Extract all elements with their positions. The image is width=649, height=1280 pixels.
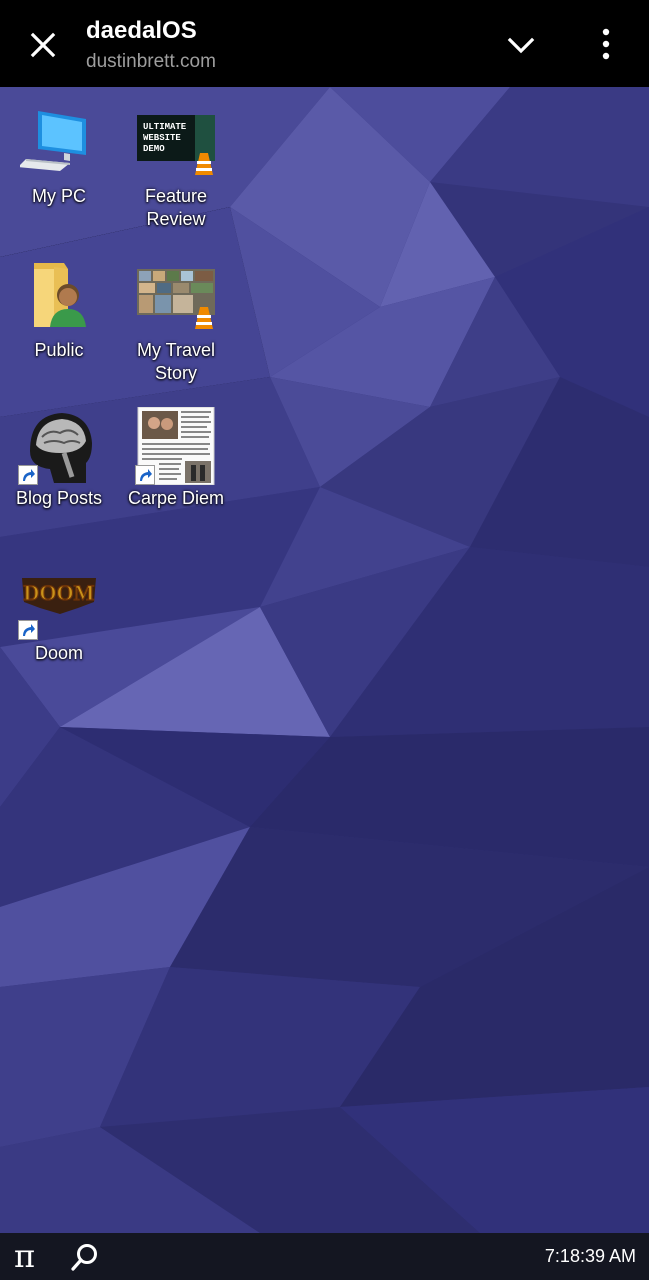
shortcut-arrow-icon	[135, 465, 155, 485]
page-title: daedalOS	[86, 17, 197, 44]
desktop-icon-doom[interactable]: DOOM Doom	[0, 562, 118, 665]
video-thumbnail-icon: ULTIMATE WEBSITE DEMO	[137, 105, 215, 183]
desktop-icon-public[interactable]: Public	[0, 259, 118, 362]
chevron-down-icon[interactable]	[505, 30, 537, 60]
video-thumbnail-icon	[137, 259, 215, 337]
desktop-icon-blog-posts[interactable]: Blog Posts	[0, 407, 118, 510]
doom-logo-icon: DOOM	[18, 562, 98, 640]
shortcut-arrow-icon	[18, 620, 38, 640]
desktop-icon-feature-review[interactable]: ULTIMATE WEBSITE DEMO Feature Review	[117, 105, 235, 231]
desktop-icon-carpe-diem[interactable]: Carpe Diem	[117, 406, 235, 510]
computer-icon	[18, 105, 98, 183]
svg-text:WEBSITE: WEBSITE	[143, 133, 181, 143]
svg-text:DOOM: DOOM	[24, 580, 95, 605]
desktop-icon-label: My PC	[32, 186, 86, 206]
browser-top-bar: daedalOS dustinbrett.com	[0, 0, 649, 87]
more-vert-icon[interactable]	[592, 26, 620, 62]
desktop-icon-label: Feature Review	[144, 186, 208, 229]
close-icon[interactable]	[28, 30, 58, 60]
brain-scan-icon	[18, 407, 98, 485]
start-button[interactable]: π	[14, 1237, 35, 1275]
desktop-icon-label: Carpe Diem	[127, 488, 225, 508]
shortcut-arrow-icon	[18, 465, 38, 485]
search-icon[interactable]	[70, 1242, 100, 1272]
page-url[interactable]: dustinbrett.com	[86, 51, 216, 73]
taskbar: π 7:18:39 AM	[0, 1233, 649, 1280]
desktop-icon-my-pc[interactable]: My PC	[0, 105, 118, 208]
document-thumbnail-icon	[135, 406, 215, 486]
taskbar-clock[interactable]: 7:18:39 AM	[545, 1246, 636, 1267]
desktop-icon-label: My Travel Story	[136, 340, 215, 383]
user-folder-icon	[20, 259, 98, 337]
svg-text:DEMO: DEMO	[143, 144, 165, 154]
desktop-icon-label: Doom	[34, 643, 83, 663]
desktop-icon-label: Public	[34, 340, 84, 360]
desktop-icon-label: Blog Posts	[15, 488, 103, 508]
desktop-icon-my-travel-story[interactable]: My Travel Story	[117, 259, 235, 385]
svg-text:ULTIMATE: ULTIMATE	[143, 122, 187, 132]
desktop[interactable]: My PC ULTIMATE WEBSITE DEMO Feature Revi…	[0, 87, 649, 1233]
